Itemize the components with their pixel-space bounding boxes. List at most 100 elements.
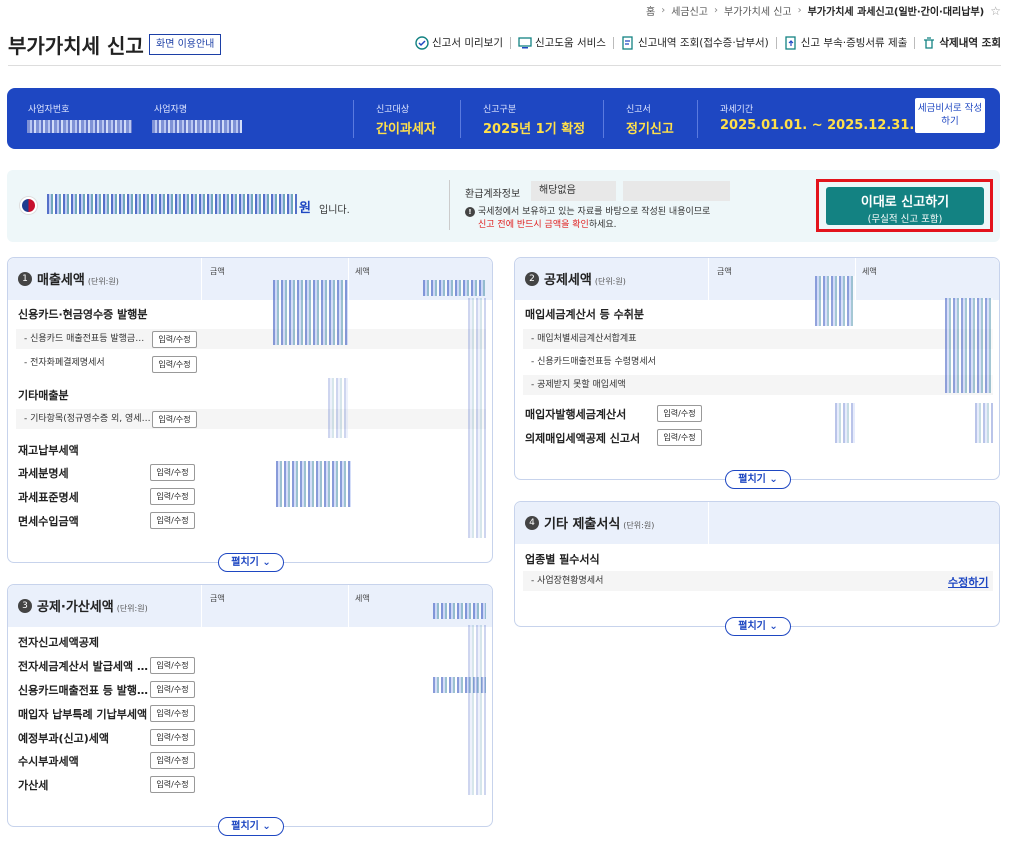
row-heading: 업종별 필수서식 — [525, 553, 600, 566]
deleted-history-label: 삭제내역 조회 — [939, 37, 1001, 49]
tax-masked — [468, 298, 486, 538]
expand-button[interactable]: 펼치기 ⌄ — [218, 817, 284, 836]
divider — [612, 36, 614, 49]
verify-note: ! 국세청에서 보유하고 있는 자료를 바탕으로 작성된 내용이므로 신고 전에… — [465, 206, 710, 232]
tax-col-header: 세액 — [355, 267, 370, 276]
history-button[interactable]: 신고내역 조회(접수증·납부서) — [621, 35, 769, 50]
period-label: 과세기간 — [720, 105, 754, 115]
row-sub: - 사업장현황명세서 — [523, 571, 993, 591]
expand-button[interactable]: 펼치기 ⌄ — [725, 470, 791, 489]
help-service-button[interactable]: 신고도움 서비스 — [518, 35, 606, 50]
edit-button[interactable]: 입력/수정 — [150, 464, 195, 481]
verify-note-end: 하세요. — [588, 220, 617, 230]
edit-button[interactable]: 입력/수정 — [152, 411, 197, 428]
edit-button[interactable]: 입력/수정 — [150, 512, 195, 529]
amount-masked — [815, 276, 855, 326]
deduction-tax-panel: 2 공제세액 (단위:원) 금액 세액 매입세금계산서 등 수취분 - 매입처별세… — [514, 257, 1000, 489]
row-heading: 과세표준명세 — [18, 491, 79, 504]
preview-button[interactable]: 신고서 미리보기 — [415, 35, 503, 50]
other-forms-panel: 4 기타 제출서식 (단위:원) 업종별 필수서식 - 사업장현황명세서 수정하기… — [514, 501, 1000, 636]
amount-masked — [328, 378, 348, 438]
toolbar: 신고서 미리보기 신고도움 서비스 신고내역 조회(접수증·납부서) 신고 부속… — [415, 35, 1001, 50]
verify-note-red: 신고 전에 반드시 금액을 확인 — [478, 220, 589, 230]
help-service-label: 신고도움 서비스 — [534, 37, 606, 49]
divider — [708, 258, 709, 300]
panel-title-text: 기타 제출서식 — [544, 517, 621, 532]
tax-assistant-write-button[interactable]: 세금비서로 작성하기 — [915, 98, 985, 133]
edit-button[interactable]: 입력/수정 — [150, 657, 195, 674]
deleted-history-button[interactable]: 삭제내역 조회 — [922, 35, 1001, 50]
divider — [201, 258, 202, 300]
edit-button[interactable]: 입력/수정 — [150, 752, 195, 769]
panel-title: 매출세액 (단위:원) — [37, 269, 119, 288]
submit-report-button[interactable]: 이대로 신고하기 (무실적 신고 포함) — [826, 187, 984, 225]
list-search-icon — [622, 35, 633, 50]
summary-suffix: 입니다. — [319, 205, 350, 216]
panel-number: 2 — [525, 272, 539, 286]
panel-header: 2 공제세액 (단위:원) 금액 세액 — [515, 258, 999, 300]
divider — [8, 65, 1001, 66]
screen-guide-button[interactable]: 화면 이용안내 — [149, 34, 222, 55]
deduction-addition-panel: 3 공제·가산세액 (단위:원) 금액 세액 전자신고세액공제 전자세금계산서 발… — [7, 584, 493, 836]
edit-button[interactable]: 입력/수정 — [150, 776, 195, 793]
edit-button[interactable]: 입력/수정 — [150, 681, 195, 698]
form-label: 신고서 — [626, 105, 651, 115]
edit-button[interactable]: 입력/수정 — [152, 356, 197, 373]
period-value: 2025.01.01. ~ 2025.12.31. — [720, 118, 915, 133]
page-title: 부가가치세 신고 — [8, 34, 144, 58]
amount-col-header: 금액 — [210, 267, 225, 276]
summary-amount-masked — [47, 194, 297, 214]
breadcrumb-home[interactable]: 홈 — [646, 3, 655, 18]
breadcrumb-vat-report[interactable]: 부가가치세 신고 — [724, 3, 792, 18]
row-heading: 신용카드·현금영수증 발행분 — [18, 308, 148, 321]
breadcrumb-tax-report[interactable]: 세금신고 — [671, 3, 708, 18]
unit-label: (단위:원) — [87, 277, 119, 286]
edit-button[interactable]: 입력/수정 — [150, 488, 195, 505]
star-icon[interactable]: ☆ — [990, 4, 1001, 18]
row-heading: 면세수입금액 — [18, 515, 79, 528]
document-check-icon — [415, 35, 429, 50]
divider — [603, 100, 604, 138]
edit-button[interactable]: 입력/수정 — [152, 331, 197, 348]
expand-button[interactable]: 펼치기 ⌄ — [218, 553, 284, 572]
attach-submit-button[interactable]: 신고 부속·증빙서류 제출 — [784, 35, 908, 50]
edit-button[interactable]: 입력/수정 — [657, 429, 702, 446]
panel-header: 1 매출세액 (단위:원) 금액 세액 — [8, 258, 492, 300]
panel-title-text: 매출세액 — [37, 273, 85, 288]
panel-title-text: 공제·가산세액 — [37, 600, 114, 615]
edit-link[interactable]: 수정하기 — [948, 574, 988, 590]
row-heading: 매입자발행세금계산서 — [525, 408, 627, 421]
panel-header: 3 공제·가산세액 (단위:원) 금액 세액 — [8, 585, 492, 627]
divider — [348, 258, 349, 300]
row-heading: 매입자 납부특례 기납부세액 — [18, 708, 148, 721]
row-heading: 예정부과(신고)세액 — [18, 732, 110, 745]
submit-report-sublabel: (무실적 신고 포함) — [867, 214, 943, 225]
edit-button[interactable]: 입력/수정 — [657, 405, 702, 422]
tax-col-header: 세액 — [355, 594, 370, 603]
row-heading: 재고납부세액 — [18, 444, 79, 457]
korea-flag-icon — [20, 197, 37, 214]
edit-button[interactable]: 입력/수정 — [150, 705, 195, 722]
attach-submit-label: 신고 부속·증빙서류 제출 — [800, 37, 908, 49]
amount-masked — [835, 403, 855, 443]
amount-col-header: 금액 — [717, 267, 732, 276]
row-heading: 기타매출분 — [18, 389, 69, 402]
panel-number: 3 — [18, 599, 32, 613]
divider — [509, 36, 511, 49]
divider — [775, 36, 777, 49]
info-icon: ! — [465, 207, 475, 217]
preview-label: 신고서 미리보기 — [432, 37, 503, 49]
row-heading: 의제매입세액공제 신고서 — [525, 432, 641, 445]
refund-account-label: 환급계좌정보 — [465, 189, 521, 200]
target-label: 신고대상 — [376, 105, 410, 115]
amount-col-header: 금액 — [210, 594, 225, 603]
panel-title-text: 공제세액 — [544, 273, 592, 288]
panel-title: 기타 제출서식 (단위:원) — [544, 513, 654, 532]
divider — [348, 585, 349, 627]
edit-button[interactable]: 입력/수정 — [150, 729, 195, 746]
divider — [855, 258, 856, 300]
biz-no-label: 사업자번호 — [28, 105, 70, 115]
unit-label: (단위:원) — [594, 277, 626, 286]
expand-button[interactable]: 펼치기 ⌄ — [725, 617, 791, 636]
divider — [697, 100, 698, 138]
